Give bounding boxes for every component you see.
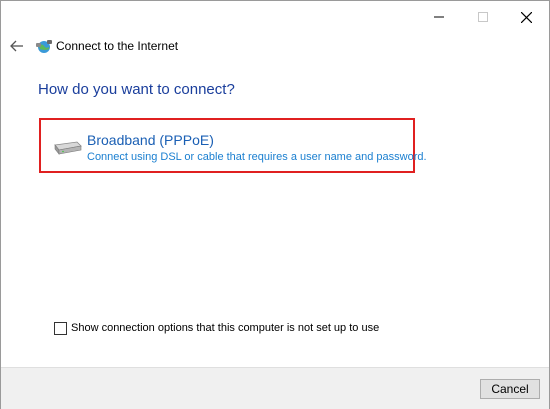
page-heading: How do you want to connect? xyxy=(38,81,235,98)
minimize-icon xyxy=(434,16,444,18)
network-globe-icon xyxy=(36,40,52,53)
maximize-icon xyxy=(478,12,488,22)
wizard-window: Connect to the Internet How do you want … xyxy=(0,0,550,409)
show-options-row[interactable]: Show connection options that this comput… xyxy=(54,320,379,336)
option-description: Connect using DSL or cable that requires… xyxy=(87,151,427,163)
option-title: Broadband (PPPoE) xyxy=(87,132,214,148)
wizard-nav-row: Connect to the Internet xyxy=(1,33,549,59)
broadband-pppoe-option[interactable]: Broadband (PPPoE) Connect using DSL or c… xyxy=(39,118,427,173)
title-bar xyxy=(1,1,549,33)
broadband-modem-icon xyxy=(54,141,82,155)
back-button[interactable] xyxy=(7,37,27,55)
wizard-footer: Cancel xyxy=(1,367,549,409)
close-icon xyxy=(520,11,532,23)
close-button[interactable] xyxy=(504,1,548,33)
back-arrow-icon xyxy=(10,40,23,52)
show-options-checkbox[interactable] xyxy=(54,321,67,335)
wizard-title: Connect to the Internet xyxy=(56,39,179,53)
cancel-button[interactable]: Cancel xyxy=(480,379,540,399)
minimize-button[interactable] xyxy=(417,1,461,33)
maximize-button[interactable] xyxy=(461,1,505,33)
show-options-label[interactable]: Show connection options that this comput… xyxy=(71,322,379,334)
